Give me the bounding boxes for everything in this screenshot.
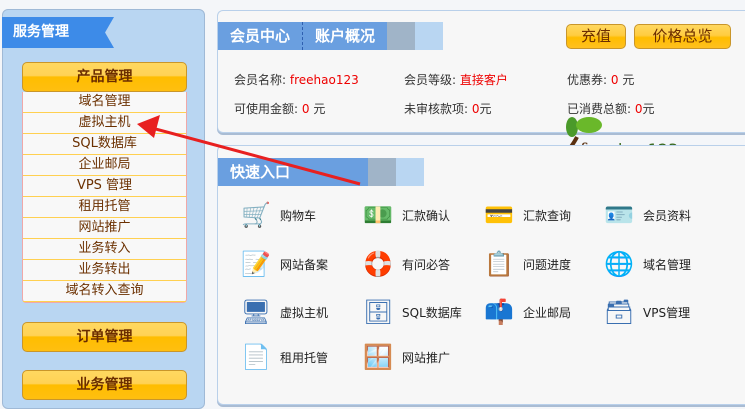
field-unit: 元 (479, 102, 492, 116)
quick-link-label: 域名管理 (643, 257, 692, 272)
field-value: 0 (634, 102, 643, 116)
quick-link-label: VPS管理 (643, 305, 691, 320)
account-field: 会员名称: freehao123 (234, 71, 359, 88)
field-label: 已消费总额: (567, 102, 635, 116)
quick-link[interactable]: 🗃 VPS管理 (603, 296, 690, 328)
money-transfer-icon: 💵 (363, 201, 393, 229)
product-menu-item[interactable]: 域名管理 (23, 92, 186, 113)
lifebuoy-icon: 🛟 (363, 250, 393, 278)
account-field: 会员等级: 直接客户 (404, 71, 508, 88)
quick-link-label: 汇款确认 (402, 208, 451, 223)
product-menu-item[interactable]: 域名转入查询 (23, 281, 186, 302)
field-label: 可使用金额: (234, 102, 302, 116)
field-unit: 元 (309, 102, 326, 116)
quick-link[interactable]: 📝 网站备案 (240, 248, 328, 280)
sidebar-title: 服务管理 (2, 17, 114, 48)
quick-title: 快速入口 (218, 158, 368, 186)
quick-link[interactable]: 💳 汇款查询 (483, 199, 571, 231)
field-value: 直接客户 (459, 73, 508, 87)
quick-link[interactable]: 🛒 购物车 (240, 199, 316, 231)
field-label: 会员等级: (404, 73, 460, 87)
mailbox-icon: 📫 (484, 298, 514, 326)
field-label: 未审核款项: (404, 102, 472, 116)
account-field: 未审核款项: 0元 (404, 100, 492, 117)
quick-link[interactable]: 🪪 会员资料 (603, 199, 691, 231)
tab-account-overview[interactable]: 账户概况 (303, 22, 388, 50)
product-menu-item[interactable]: SQL数据库 (23, 134, 186, 155)
quick-link-label: 购物车 (280, 208, 317, 223)
database-icon: 🗄 (362, 298, 394, 326)
product-menu-item[interactable]: 网站推广 (23, 218, 186, 239)
quick-link[interactable]: 🌐 域名管理 (603, 248, 691, 280)
globe-www-icon: 🌐 (604, 250, 634, 278)
quick-link-label: SQL数据库 (402, 305, 462, 320)
product-menu-list: 域名管理 虚拟主机 SQL数据库 企业邮局 VPS 管理 租用托管 网站推广 业务转入 业务转出… (22, 92, 187, 303)
quick-link[interactable]: 📫 企业邮局 (483, 296, 571, 328)
quick-link-label: 虚拟主机 (280, 305, 329, 320)
vps-server-icon: 🗃 (603, 298, 635, 326)
quick-link[interactable]: 🪟 网站推广 (362, 341, 450, 373)
product-menu-item[interactable]: 企业邮局 (23, 155, 186, 176)
order-menu-header[interactable]: 订单管理 (22, 322, 187, 352)
quick-link-label: 网站备案 (280, 257, 329, 272)
field-value: freehao123 (289, 73, 359, 87)
member-profile-icon: 🪪 (604, 201, 634, 229)
product-menu-item[interactable]: 业务转出 (23, 260, 186, 281)
quick-link[interactable]: 🖥 虚拟主机 (240, 296, 328, 328)
quick-link-label: 有问必答 (402, 257, 451, 272)
server-icon: 🖥 (240, 298, 272, 326)
field-value: 0 (471, 102, 480, 116)
quick-link[interactable]: 🗄 SQL数据库 (362, 296, 462, 328)
business-menu-header[interactable]: 业务管理 (22, 370, 187, 400)
recharge-button[interactable]: 充值 (566, 24, 626, 49)
field-value: 0 (610, 73, 619, 87)
price-overview-button[interactable]: 价格总览 (634, 24, 731, 49)
product-menu-item[interactable]: 业务转入 (23, 239, 186, 260)
product-menu-item[interactable]: VPS 管理 (23, 176, 186, 197)
website-record-icon: 📝 (241, 250, 271, 278)
quick-link[interactable]: 📄 租用托管 (240, 341, 328, 373)
quick-link-label: 会员资料 (643, 208, 692, 223)
field-value: 0 (301, 102, 310, 116)
product-menu-item[interactable]: 虚拟主机 (23, 113, 186, 134)
quick-link-label: 汇款查询 (523, 208, 572, 223)
field-unit: 元 (618, 73, 635, 87)
document-pen-icon: 📄 (241, 343, 271, 371)
account-field: 可使用金额: 0 元 (234, 100, 325, 117)
account-title-bar: 会员中心 账户概况 (218, 22, 444, 50)
card-query-icon: 💳 (484, 201, 514, 229)
quick-link[interactable]: 💵 汇款确认 (362, 199, 450, 231)
field-unit: 元 (642, 102, 655, 116)
quick-link-label: 问题进度 (523, 257, 572, 272)
shopping-cart-icon: 🛒 (241, 201, 271, 229)
checklist-icon: 📋 (484, 250, 514, 278)
quick-link[interactable]: 📋 问题进度 (483, 248, 571, 280)
field-label: 优惠券: (567, 73, 611, 87)
website-promotion-icon: 🪟 (363, 343, 393, 371)
product-menu-header[interactable]: 产品管理 (22, 62, 187, 92)
quick-link-label: 企业邮局 (523, 305, 572, 320)
tab-member-center[interactable]: 会员中心 (218, 22, 304, 50)
quick-title-bar: 快速入口 (218, 158, 424, 186)
quick-link-label: 租用托管 (280, 350, 329, 365)
quick-link[interactable]: 🛟 有问必答 (362, 248, 450, 280)
product-menu-item[interactable]: 租用托管 (23, 197, 186, 218)
quick-link-label: 网站推广 (402, 350, 451, 365)
account-field: 优惠券: 0 元 (567, 71, 634, 88)
field-label: 会员名称: (234, 73, 290, 87)
